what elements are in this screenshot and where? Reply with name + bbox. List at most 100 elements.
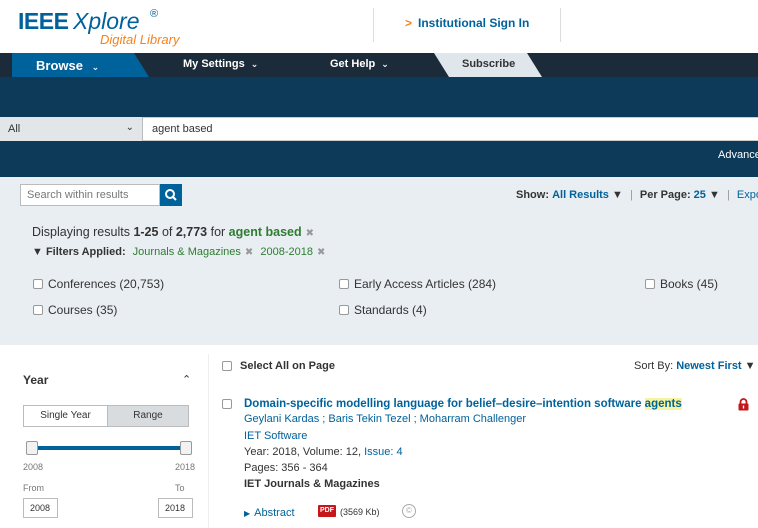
filter-chip-journals: Journals & Magazines [132,246,241,258]
per-page-label: Per Page: [639,189,691,201]
facet-label-conferences: Conferences (20,753) [48,277,165,291]
summary-prefix: Displaying results [32,225,134,239]
institutional-sign-in-label: Institutional Sign In [418,16,530,30]
facet-label-courses: Courses (35) [48,303,118,317]
summary-of: of [158,225,176,239]
sort-by-label: Sort By: [634,360,674,372]
my-settings-label: My Settings [183,58,245,70]
per-page-dropdown[interactable]: 25 ▼ [694,189,720,201]
result-title-link[interactable]: Domain-specific modelling language for b… [244,398,682,410]
export-link[interactable]: Export [737,189,758,201]
facet-label-books: Books (45) [660,277,719,291]
result-journal-link[interactable]: IET Software [244,430,307,442]
facet-checkbox-early-access[interactable] [339,279,349,289]
from-label: From [23,483,44,493]
my-settings-menu[interactable]: My Settings ⌄ [183,58,258,70]
logo-registered-mark: ® [150,8,159,20]
pdf-size: (3569 Kb) [340,507,380,517]
year-range-slider[interactable] [32,446,186,450]
result-authors[interactable]: Geylani Kardas ; Baris Tekin Tezel ; Moh… [244,413,526,425]
chevron-right-icon: > [405,16,413,30]
get-help-label: Get Help [330,58,376,70]
single-year-button[interactable]: Single Year [24,406,107,426]
ieee-xplore-logo[interactable]: IEEE Xplore ® Digital Library [18,8,188,48]
search-within-button[interactable] [160,184,182,206]
filters-applied-label: Filters Applied: [45,246,126,258]
facet-checkbox-books[interactable] [645,279,655,289]
chevron-down-icon: ⌄ [250,59,259,69]
copyright-icon[interactable]: © [402,504,416,518]
summary-range: 1-25 [133,225,159,239]
result-checkbox[interactable] [222,399,232,409]
result-issue-link[interactable]: Issue: 4 [364,446,403,458]
chevron-up-icon[interactable]: ⌃ [182,373,191,386]
facet-checkbox-courses[interactable] [33,305,43,315]
subscribe-tab[interactable]: Subscribe [434,53,542,77]
to-year-input[interactable]: 2018 [158,498,193,518]
header-divider [373,8,374,42]
divider: | [726,189,730,201]
lock-icon [738,398,749,411]
range-button[interactable]: Range [107,406,188,426]
divider: | [629,189,633,201]
result-publisher: IET Journals & Magazines [244,478,380,490]
subscribe-label: Subscribe [462,58,516,70]
search-scope-value: All [8,123,21,135]
facet-label-early-access: Early Access Articles (284) [354,277,497,291]
result-year-text: Year: 2018, Volume: 12, [244,446,365,458]
pdf-icon[interactable]: PDF [318,505,336,517]
sort-by-control[interactable]: Sort By: Newest First ▼ [634,360,756,372]
slider-min-handle[interactable] [26,441,38,455]
select-all-label: Select All on Page [240,360,335,372]
caret-right-icon: ▶ [244,509,251,518]
caret-down-icon: ▼ [611,189,623,201]
slider-max-handle[interactable] [180,441,192,455]
search-scope-select[interactable]: All ⌄ [0,117,143,141]
chevron-down-icon: ⌄ [381,59,389,69]
facet-checkbox-standards[interactable] [339,305,349,315]
institutional-sign-in-link[interactable]: > Institutional Sign In [405,16,529,30]
result-pages: Pages: 356 - 364 [244,462,328,474]
abstract-toggle[interactable]: ▶ Abstract [244,507,295,519]
select-all-checkbox[interactable] [222,361,232,371]
search-icon [165,189,177,201]
logo-ieee-text: IEEE [18,8,69,34]
get-help-menu[interactable]: Get Help ⌄ [330,58,389,70]
results-display-options: Show: All Results ▼ | Per Page: 25 ▼ | E… [516,189,758,201]
search-input[interactable]: agent based [152,123,213,135]
abstract-label: Abstract [254,507,295,519]
year-filter-title[interactable]: Year [23,373,48,387]
facet-checkbox-conferences[interactable] [33,279,43,289]
from-year-input[interactable]: 2008 [23,498,58,518]
year-mode-toggle: Single Year Range [23,405,189,427]
advanced-search-link[interactable]: Advanced [718,149,758,161]
remove-filter-icon[interactable]: ✖ [317,247,325,258]
show-filter-dropdown[interactable]: All Results ▼ [552,189,623,201]
filter-chip-years: 2008-2018 [260,246,313,258]
result-title-text: Domain-specific modelling language for b… [244,398,645,410]
chevron-down-icon: ⌄ [91,62,100,72]
applied-filters: ▼ Filters Applied: Journals & Magazines ✖… [32,246,325,258]
sidebar-divider [208,354,209,528]
remove-filter-icon[interactable]: ✖ [245,247,253,258]
show-label: Show: [516,189,549,201]
browse-menu-tab[interactable]: Browse ⌄ [12,53,149,77]
result-title-highlight: agents [644,398,682,410]
chevron-down-icon: ⌄ [125,122,134,133]
summary-for: for [207,225,229,239]
summary-query: agent based [228,225,302,239]
per-page-value: 25 [693,189,706,201]
show-filter-value: All Results [552,189,609,201]
header-divider [560,8,561,42]
slider-max-label: 2018 [175,462,196,472]
search-within-results-input[interactable]: Search within results [20,184,160,206]
browse-label: Browse [36,58,83,73]
facet-label-standards: Standards (4) [354,303,427,317]
logo-xplore-text: Xplore [73,8,140,34]
remove-query-icon[interactable]: ✖ [306,228,314,239]
to-label: To [175,483,185,493]
sort-by-value: Newest First [676,360,742,372]
results-summary: Displaying results 1-25 of 2,773 for age… [32,225,314,239]
caret-down-icon[interactable]: ▼ [32,246,43,258]
summary-total: 2,773 [175,225,208,239]
